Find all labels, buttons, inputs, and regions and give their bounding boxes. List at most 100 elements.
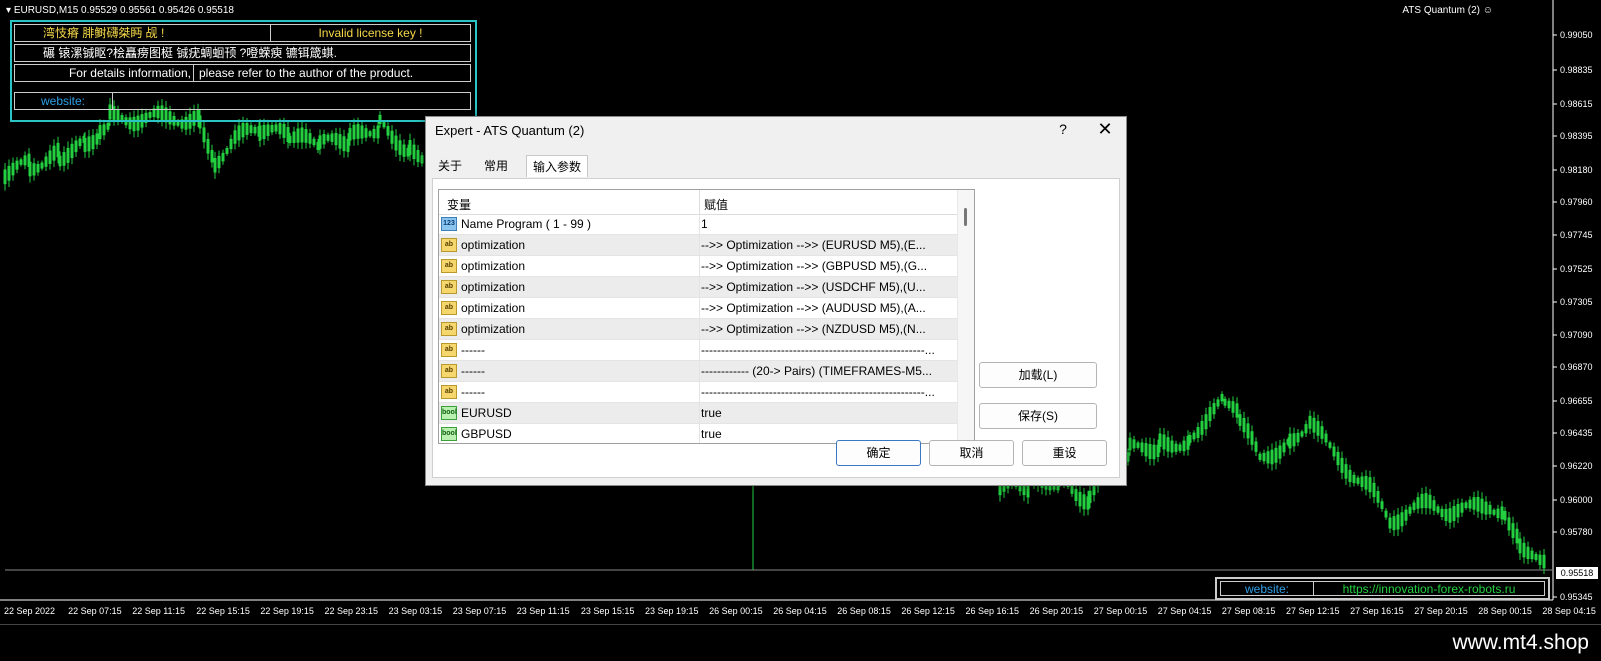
table-row[interactable]: ab optimization -->> Optimization -->> (NZ… <box>439 319 957 340</box>
candle-body <box>1420 493 1424 509</box>
candle-body <box>1262 452 1266 462</box>
candle-body <box>1152 444 1156 460</box>
string-type-icon: ab <box>441 385 457 399</box>
row-value[interactable]: -->> Optimization -->> (EURUSD M5),(E... <box>701 238 953 252</box>
ok-button[interactable]: 确定 <box>836 440 921 466</box>
row-variable-name: optimization <box>461 238 526 252</box>
row-value[interactable]: 1 <box>701 217 953 231</box>
candle-body <box>74 140 78 153</box>
candle-body <box>1258 453 1262 460</box>
candle-body <box>245 123 249 135</box>
row-value[interactable]: ----------------------------------------… <box>701 343 953 357</box>
tab-about[interactable]: 关于 <box>432 155 476 177</box>
candle-body <box>44 156 48 167</box>
candle-body <box>326 134 330 141</box>
table-scrollbar[interactable] <box>957 190 974 443</box>
candle-body <box>241 122 245 138</box>
candle-body <box>1492 509 1496 515</box>
string-type-icon: ab <box>441 364 457 378</box>
candle-body <box>1460 502 1464 513</box>
table-row[interactable]: ab optimization -->> Optimization -->> (US… <box>439 277 957 298</box>
collapse-triangle-icon[interactable]: ▾ <box>6 5 14 16</box>
candle-body <box>1296 432 1300 443</box>
string-type-icon: ab <box>441 322 457 336</box>
website-url[interactable]: https://innovation-forex-robots.ru <box>1314 582 1544 596</box>
candle-body <box>1235 403 1239 418</box>
row-value[interactable]: -->> Optimization -->> (NZDUSD M5),(N... <box>701 322 953 336</box>
close-icon[interactable]: ✕ <box>1094 119 1116 140</box>
reset-button[interactable]: 重设 <box>1022 440 1107 466</box>
candle-body <box>1428 494 1432 509</box>
candle-body <box>292 131 296 143</box>
row-value[interactable]: ----------------------------------------… <box>701 385 953 399</box>
time-tick-label: 22 Sep 23:15 <box>325 606 379 616</box>
tab-inputs[interactable]: 输入参数 <box>526 155 588 177</box>
table-row[interactable]: ab ------ --------------------------------… <box>439 382 957 403</box>
candle-body <box>98 125 102 140</box>
candle-body <box>390 130 394 144</box>
candle-body <box>23 155 27 166</box>
load-button[interactable]: 加载(L) <box>979 362 1097 388</box>
candle-body <box>1476 496 1480 512</box>
license-garbled-text: 湾忮瘠 腓鲥礴桀眄 觇 ! <box>43 26 165 40</box>
table-row[interactable]: bool EURUSD true <box>439 403 957 424</box>
candle-body <box>1082 494 1086 510</box>
details-text: For details information, <box>68 66 191 80</box>
row-value[interactable]: true <box>701 406 953 420</box>
row-value[interactable]: ------------ (20-> Pairs) (TIMEFRAMES-M5… <box>701 364 953 378</box>
table-row[interactable]: ab ------ ------------ (20-> Pairs) (TIMEF… <box>439 361 957 382</box>
website-box: website: https://innovation-forex-robots… <box>1215 577 1550 600</box>
price-tick-label: 0.97525 <box>1560 264 1593 274</box>
price-tick-label: 0.98395 <box>1560 131 1593 141</box>
tab-common[interactable]: 常用 <box>478 155 522 177</box>
candle-body <box>1396 514 1400 530</box>
row-value[interactable]: -->> Optimization -->> (AUDUSD M5),(A... <box>701 301 953 315</box>
candle-body <box>368 131 372 137</box>
row-variable-name: optimization <box>461 259 526 273</box>
candle-body <box>1542 554 1546 569</box>
candle-body <box>1518 538 1522 554</box>
candle-body <box>312 138 316 146</box>
scrollbar-thumb[interactable] <box>964 208 967 226</box>
table-row[interactable]: ab ------ --------------------------------… <box>439 340 957 361</box>
cancel-button[interactable]: 取消 <box>929 440 1014 466</box>
column-value[interactable]: 赋值 <box>704 196 728 213</box>
help-button[interactable]: ? <box>1053 121 1073 137</box>
candle-body <box>1360 476 1364 487</box>
candle-body <box>1522 542 1526 558</box>
price-tick-label: 0.97305 <box>1560 297 1593 307</box>
save-button[interactable]: 保存(S) <box>979 403 1097 429</box>
candle-body <box>1312 417 1316 433</box>
table-row[interactable]: 123 Name Program ( 1 - 99 ) 1 <box>439 214 957 235</box>
candle-body <box>1128 437 1132 451</box>
price-tick-label: 0.96870 <box>1560 362 1593 372</box>
candle-body <box>1223 398 1227 406</box>
table-row[interactable]: ab optimization -->> Optimization -->> (EU… <box>439 235 957 256</box>
row-value[interactable]: -->> Optimization -->> (GBPUSD M5),(G... <box>701 259 953 273</box>
column-variable[interactable]: 变量 <box>447 196 471 213</box>
row-variable-name: optimization <box>461 280 526 294</box>
candle-body <box>1348 469 1352 483</box>
candle-body <box>1376 491 1380 503</box>
time-tick-label: 26 Sep 08:15 <box>837 606 891 616</box>
candle-body <box>233 130 237 144</box>
row-value[interactable]: -->> Optimization -->> (USDCHF M5),(U... <box>701 280 953 294</box>
candle-body <box>1070 485 1074 494</box>
candle-body <box>40 162 44 169</box>
candle-body <box>1368 477 1372 493</box>
price-tick-label: 0.95780 <box>1560 527 1593 537</box>
candle-body <box>1500 506 1504 520</box>
candle-body <box>398 140 402 155</box>
candle-body <box>1254 441 1258 452</box>
candle-body <box>1436 506 1440 513</box>
expert-dialog: Expert - ATS Quantum (2) ? ✕ 关于 常用 输入参数 … <box>425 116 1127 486</box>
table-row[interactable]: ab optimization -->> Optimization -->> (GB… <box>439 256 957 277</box>
candle-body <box>300 127 304 143</box>
expert-indicator[interactable]: ATS Quantum (2) ☺ <box>1402 5 1493 16</box>
website-label: website: <box>40 94 86 108</box>
time-tick-label: 22 Sep 15:15 <box>196 606 250 616</box>
table-row[interactable]: ab optimization -->> Optimization -->> (AU… <box>439 298 957 319</box>
row-value[interactable]: true <box>701 427 953 441</box>
candle-body <box>1200 420 1204 435</box>
candle-body <box>217 155 221 169</box>
